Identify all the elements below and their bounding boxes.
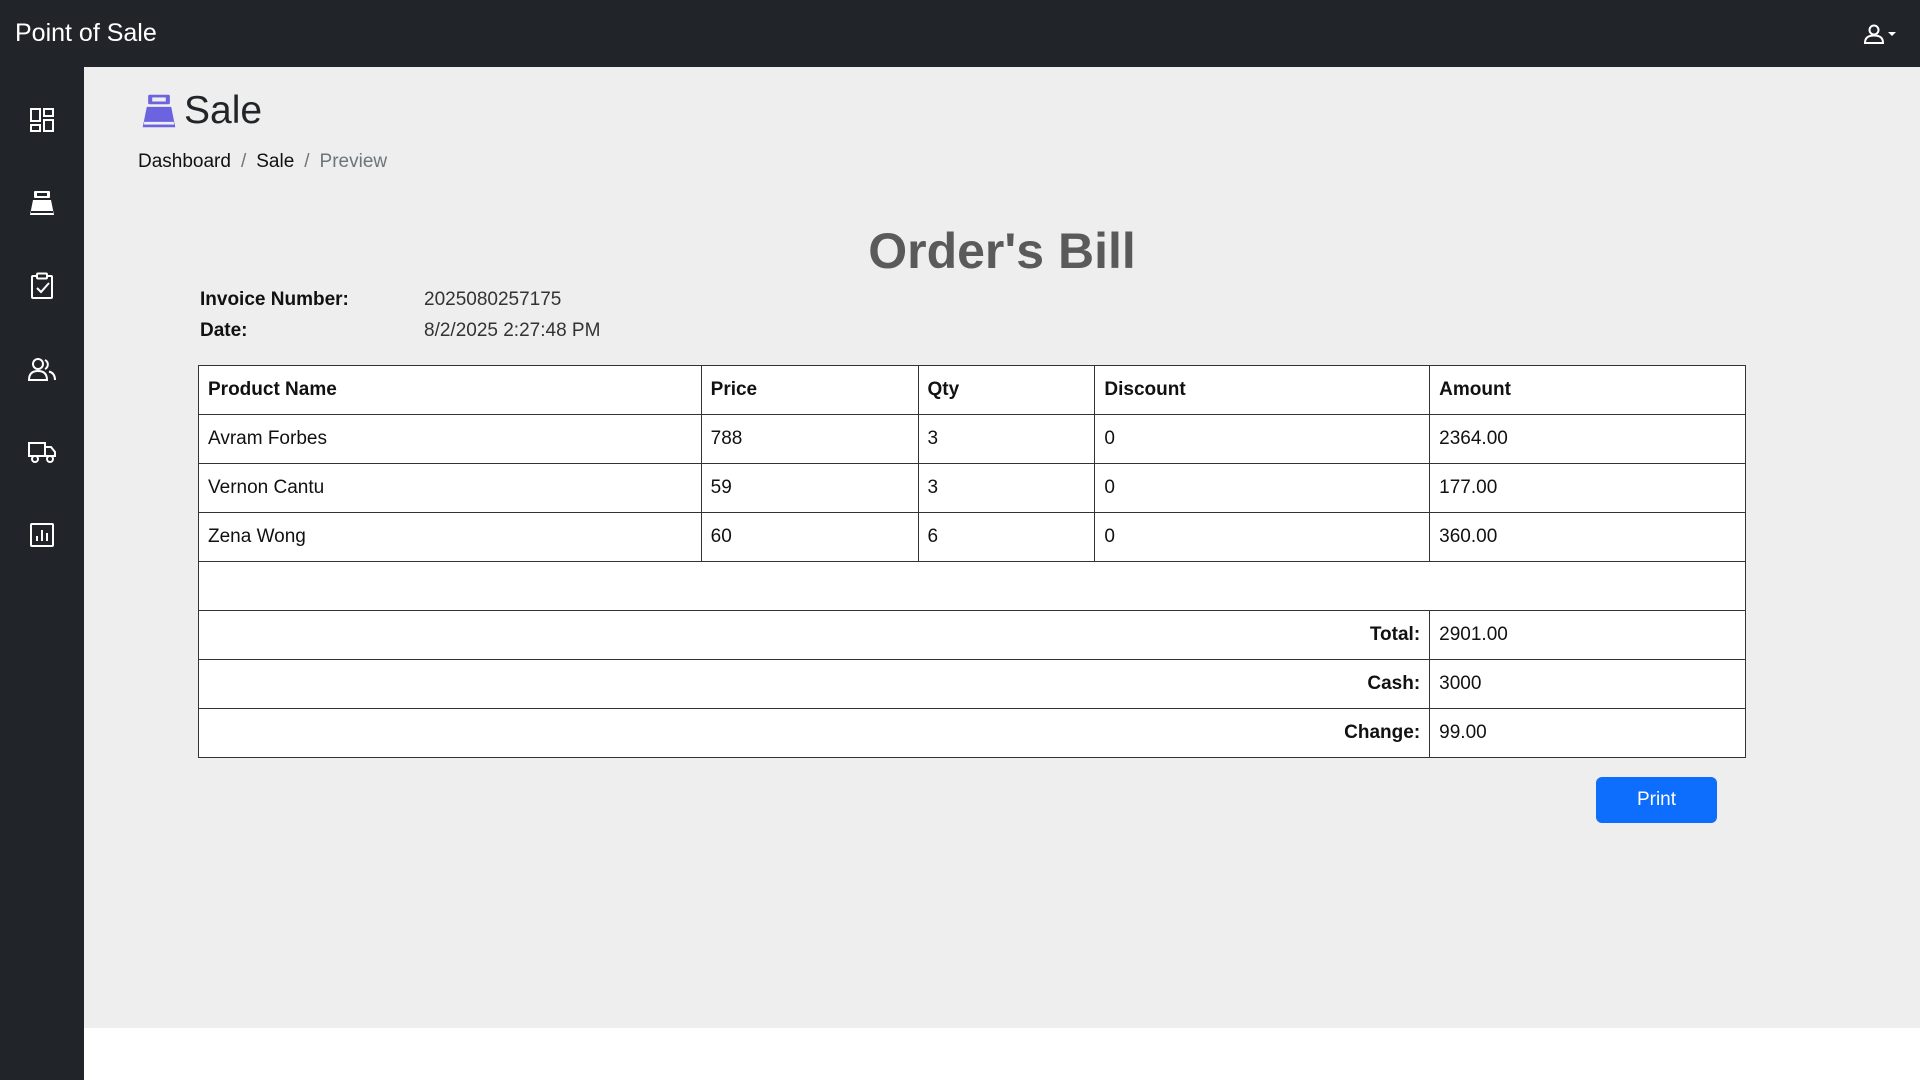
people-icon [27, 358, 56, 381]
breadcrumb-current: Preview [319, 151, 388, 172]
price-cell: 60 [700, 512, 919, 562]
breadcrumb: Dashboard / Sale / Preview [138, 151, 387, 173]
change-label: Change: [197, 708, 1431, 758]
bill-title: Order's Bill [868, 223, 1136, 279]
date-row: Date: 8/2/2025 2:27:48 PM [200, 320, 600, 342]
invoice-number-row: Invoice Number: 2025080257175 [200, 289, 561, 311]
clipboard-check-icon [31, 272, 53, 299]
breadcrumb-separator: / [240, 151, 247, 172]
empty-cell [198, 561, 1746, 611]
cash-register-icon [30, 191, 54, 215]
page-footer [84, 1028, 1920, 1080]
column-header: Product Name [198, 365, 702, 415]
empty-spacer-row [198, 561, 1746, 611]
sidebar-item-sale[interactable] [0, 173, 84, 233]
column-header: Amount [1429, 365, 1746, 415]
change-value: 99.00 [1429, 708, 1746, 758]
sidebar-item-orders[interactable] [0, 256, 84, 316]
total-value: 2901.00 [1429, 610, 1746, 660]
cash-value: 3000 [1429, 659, 1746, 709]
table-header-row: Product Name Price Qty Discount Amount [198, 365, 1746, 415]
qty-cell: 3 [917, 463, 1096, 513]
print-button[interactable]: Print [1596, 777, 1717, 823]
total-label: Total: [197, 610, 1431, 660]
product-name-cell: Vernon Cantu [198, 463, 702, 513]
user-menu-toggle[interactable] [1863, 23, 1897, 45]
dashboard-icon [30, 108, 54, 132]
amount-cell: 2364.00 [1429, 414, 1746, 464]
sidebar-item-dashboard[interactable] [0, 90, 84, 150]
truck-icon [28, 442, 56, 463]
brand-title[interactable]: Point of Sale [15, 19, 157, 48]
breadcrumb-dashboard-link[interactable]: Dashboard [138, 151, 231, 173]
amount-cell: 177.00 [1429, 463, 1746, 513]
date-value: 8/2/2025 2:27:48 PM [424, 320, 601, 341]
cash-label: Cash: [197, 659, 1431, 709]
discount-cell: 0 [1094, 512, 1431, 562]
top-navbar: Point of Sale [0, 0, 1920, 67]
chevron-down-icon [1888, 31, 1896, 36]
discount-cell: 0 [1094, 463, 1431, 513]
invoice-number-value: 2025080257175 [424, 289, 562, 310]
cash-row: Cash: 3000 [197, 659, 1746, 709]
qty-cell: 6 [917, 512, 1096, 562]
column-header: Qty [917, 365, 1096, 415]
sidebar-item-customers[interactable] [0, 339, 84, 399]
page-title: Sale [184, 89, 263, 132]
user-icon [1863, 24, 1885, 44]
table-row: Zena Wong 60 6 0 360.00 [198, 512, 1746, 562]
price-cell: 59 [700, 463, 919, 513]
discount-cell: 0 [1094, 414, 1431, 464]
qty-cell: 3 [917, 414, 1096, 464]
table-row: Vernon Cantu 59 3 0 177.00 [198, 463, 1746, 513]
sidebar [0, 67, 84, 1080]
page-header: Sale [140, 91, 262, 130]
invoice-number-label: Invoice Number: [200, 289, 349, 310]
total-row: Total: 2901.00 [197, 610, 1746, 660]
sidebar-item-suppliers[interactable] [0, 422, 84, 482]
cash-register-icon [142, 94, 176, 127]
main-content: Sale Dashboard / Sale / Preview Order's … [84, 67, 1920, 1028]
breadcrumb-separator: / [304, 151, 310, 172]
sidebar-item-reports[interactable] [0, 505, 84, 565]
product-name-cell: Zena Wong [198, 512, 702, 562]
breadcrumb-sale-link[interactable]: Sale [256, 151, 294, 173]
product-name-cell: Avram Forbes [198, 414, 702, 464]
bill-table: Product Name Price Qty Discount Amount A… [197, 365, 1746, 758]
date-label: Date: [200, 320, 248, 341]
column-header: Price [700, 365, 919, 415]
column-header: Discount [1094, 365, 1431, 415]
price-cell: 788 [700, 414, 919, 464]
table-row: Avram Forbes 788 3 0 2364.00 [198, 414, 1746, 464]
amount-cell: 360.00 [1429, 512, 1746, 562]
bar-chart-icon [30, 523, 54, 547]
change-row: Change: 99.00 [197, 708, 1746, 758]
